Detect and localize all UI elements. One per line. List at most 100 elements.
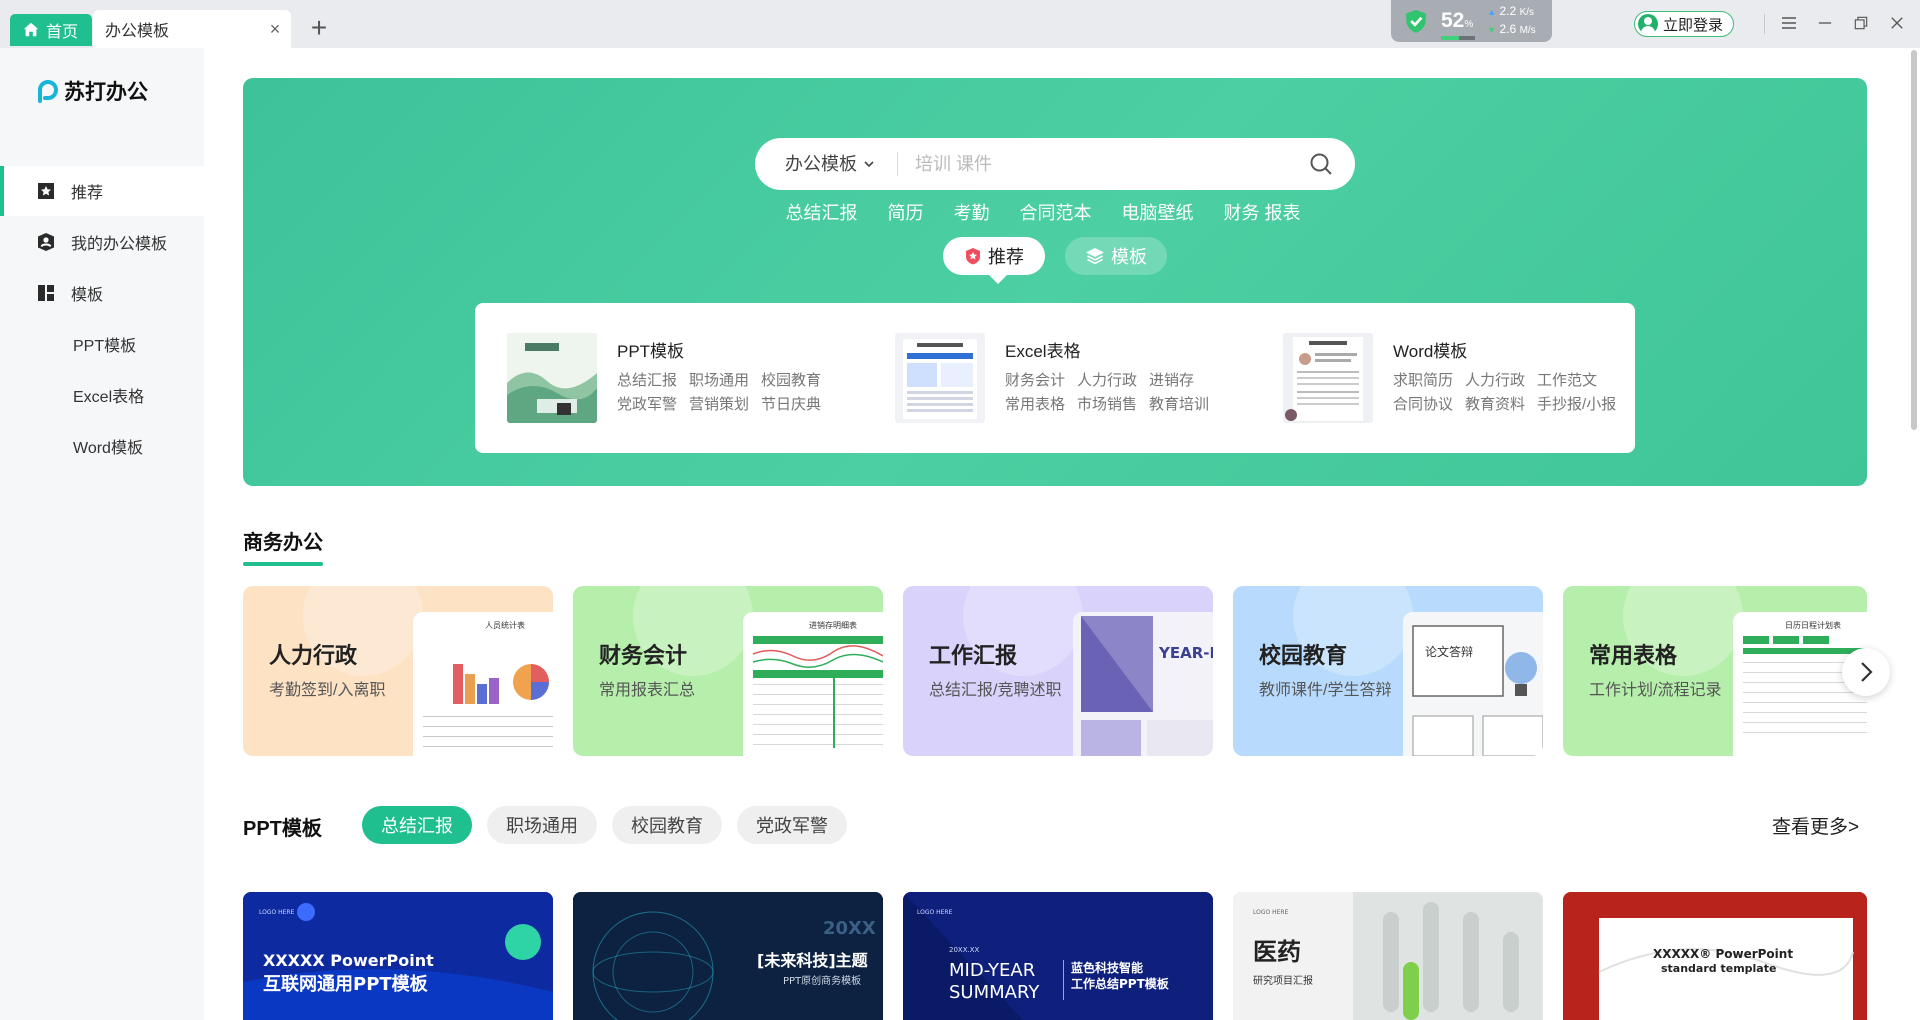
app-logo[interactable]: 苏打办公 <box>36 76 148 106</box>
hot-tag[interactable]: 合同范本 <box>1019 199 1091 225</box>
template-card[interactable]: LOGO HERE 医药 研究项目汇报 <box>1233 892 1543 1020</box>
memory-percent-unit: % <box>1464 19 1474 30</box>
panel-link[interactable]: 财务会计 <box>1005 369 1065 393</box>
close-window-icon[interactable] <box>1882 10 1912 36</box>
panel-link[interactable]: 营销策划 <box>689 393 749 417</box>
ppt-tab-party[interactable]: 党政军警 <box>737 806 847 844</box>
home-icon <box>23 22 39 37</box>
upload-unit: K/s <box>1519 7 1535 18</box>
upload-speed-value: 2.2 <box>1499 4 1517 18</box>
template-title: XXXXX PowerPoint <box>263 951 434 970</box>
template-date: 20XX.XX <box>949 946 980 954</box>
template-card[interactable]: LOGO HERE XXXXX PowerPoint 互联网通用PPT模板 <box>243 892 553 1020</box>
category-card-campus[interactable]: 校园教育 教师课件/学生答辩 论文答辩 <box>1233 586 1543 756</box>
template-caption: 工作总结PPT模板 <box>1071 976 1170 991</box>
category-card-hr[interactable]: 人力行政 考勤签到/入离职 人员统计表 <box>243 586 553 756</box>
panel-link[interactable]: 校园教育 <box>761 369 821 393</box>
view-more-link[interactable]: 查看更多> <box>1772 812 1859 839</box>
chevron-right-icon <box>1861 662 1873 682</box>
panel-link[interactable]: 教育培训 <box>1149 393 1209 417</box>
panel-link[interactable]: 职场通用 <box>689 369 749 393</box>
pill-recommend[interactable]: 推荐 <box>943 237 1045 284</box>
sidebar-item-excel[interactable]: Excel表格 <box>0 370 204 420</box>
sidebar-item-recommend[interactable]: 推荐 <box>0 166 204 216</box>
hero-banner: 办公模板 总结汇报 简历 考勤 合同范本 电脑壁纸 财务 报表 推荐 模板 <box>243 78 1867 486</box>
upload-speed: ▲ 2.2 K/s <box>1487 3 1535 21</box>
tab-office-templates[interactable]: 办公模板 × <box>93 10 291 48</box>
download-speed: ▼ 2.6 M/s <box>1487 21 1535 39</box>
sidebar-item-my-templates[interactable]: 我的办公模板 <box>0 217 204 267</box>
preview-title: 进销存明细表 <box>809 620 857 630</box>
panel-link[interactable]: 工作范文 <box>1537 369 1597 393</box>
panel-link[interactable]: 节日庆典 <box>761 393 821 417</box>
upload-arrow-icon: ▲ <box>1487 7 1497 17</box>
hot-tag[interactable]: 电脑壁纸 <box>1121 199 1193 225</box>
word-thumbnail <box>1283 333 1373 423</box>
minimize-icon[interactable] <box>1810 10 1840 36</box>
ppt-tab-workplace[interactable]: 职场通用 <box>487 806 597 844</box>
card-title: 常用表格 <box>1589 643 1678 668</box>
panel-link[interactable]: 进销存 <box>1149 369 1194 393</box>
new-tab-button[interactable]: + <box>304 14 334 44</box>
sidebar-item-templates[interactable]: 模板 <box>0 268 204 318</box>
chevron-down-icon <box>864 161 874 168</box>
sidebar: 苏打办公 推荐 我的办公模板 模板 PPT模板 Excel表格 Word模板 <box>0 48 204 1020</box>
search-icon[interactable] <box>1309 152 1333 176</box>
category-card-finance[interactable]: 财务会计 常用报表汇总 进销存明细表 <box>573 586 883 756</box>
net-speeds: ▲ 2.2 K/s ▼ 2.6 M/s <box>1487 3 1535 39</box>
panel-link[interactable]: 合同协议 <box>1393 393 1453 417</box>
card-title: 工作汇报 <box>929 643 1018 668</box>
scrollbar[interactable] <box>1907 48 1920 1020</box>
recommend-badge-icon <box>966 248 980 265</box>
panel-link[interactable]: 教育资料 <box>1465 393 1525 417</box>
panel-link[interactable]: 人力行政 <box>1077 369 1137 393</box>
search-bar: 办公模板 <box>755 138 1355 190</box>
panel-excel[interactable]: Excel表格 财务会计 人力行政 进销存 常用表格 市场销售 教育培训 <box>895 333 1225 425</box>
login-button[interactable]: 立即登录 <box>1634 11 1734 37</box>
sidebar-item-ppt[interactable]: PPT模板 <box>0 319 204 369</box>
ppt-tab-summary[interactable]: 总结汇报 <box>362 806 472 844</box>
memory-usage: 52% <box>1441 9 1475 40</box>
template-subtitle: 研究项目汇报 <box>1253 974 1313 987</box>
template-card[interactable]: 20XX [未来科技]主题 PPT原创商务模板 <box>573 892 883 1020</box>
template-card[interactable]: XXXXX® PowerPoint standard template <box>1563 892 1867 1020</box>
grid-layout-icon <box>38 285 54 301</box>
panel-link[interactable]: 求职简历 <box>1393 369 1453 393</box>
carousel-next-button[interactable] <box>1842 648 1890 696</box>
panel-link[interactable]: 总结汇报 <box>617 369 677 393</box>
network-monitor[interactable]: 52% ▲ 2.2 K/s ▼ 2.6 M/s <box>1391 0 1552 42</box>
panel-ppt[interactable]: PPT模板 总结汇报 职场通用 校园教育 党政军警 营销策划 节日庆典 <box>507 333 837 425</box>
tab-home[interactable]: 首页 <box>10 14 92 46</box>
hot-tag[interactable]: 简历 <box>887 199 923 225</box>
card-subtitle: 总结汇报/竞聘述职 <box>929 682 1062 699</box>
panel-link[interactable]: 人力行政 <box>1465 369 1525 393</box>
category-card-common-tables[interactable]: 常用表格 工作计划/流程记录 日历日程计划表 <box>1563 586 1867 756</box>
panel-link[interactable]: 常用表格 <box>1005 393 1065 417</box>
close-tab-icon[interactable]: × <box>267 20 283 38</box>
excel-thumbnail <box>895 333 985 423</box>
panel-link[interactable]: 手抄报/小报 <box>1537 393 1616 417</box>
card-title: 财务会计 <box>599 643 688 668</box>
download-unit: M/s <box>1519 25 1536 36</box>
sidebar-item-word[interactable]: Word模板 <box>0 421 204 471</box>
scrollbar-thumb[interactable] <box>1911 50 1917 430</box>
pill-templates[interactable]: 模板 <box>1065 237 1167 275</box>
divider <box>897 152 898 176</box>
hot-tag[interactable]: 考勤 <box>953 199 989 225</box>
search-input[interactable] <box>915 146 1295 182</box>
category-card-report[interactable]: 工作汇报 总结汇报/竞聘述职 YEAR-END RE <box>903 586 1213 756</box>
restore-icon[interactable] <box>1846 10 1876 36</box>
user-shield-icon <box>38 233 54 251</box>
template-card[interactable]: LOGO HERE 20XX.XX MID-YEAR SUMMARY 蓝色科技智… <box>903 892 1213 1020</box>
ppt-tab-campus[interactable]: 校园教育 <box>612 806 722 844</box>
search-category-dropdown[interactable]: 办公模板 <box>785 138 875 190</box>
tab-home-label: 首页 <box>46 24 79 41</box>
panel-word[interactable]: Word模板 求职简历 人力行政 工作范文 合同协议 教育资料 手抄报/小报 <box>1283 333 1623 425</box>
panel-title: PPT模板 <box>617 342 685 361</box>
panel-link[interactable]: 党政军警 <box>617 393 677 417</box>
hot-tag[interactable]: 财务 报表 <box>1223 199 1300 225</box>
panel-link[interactable]: 市场销售 <box>1077 393 1137 417</box>
section-title-business: 商务办公 <box>243 532 323 554</box>
menu-icon[interactable] <box>1774 10 1804 36</box>
hot-tag[interactable]: 总结汇报 <box>785 199 857 225</box>
